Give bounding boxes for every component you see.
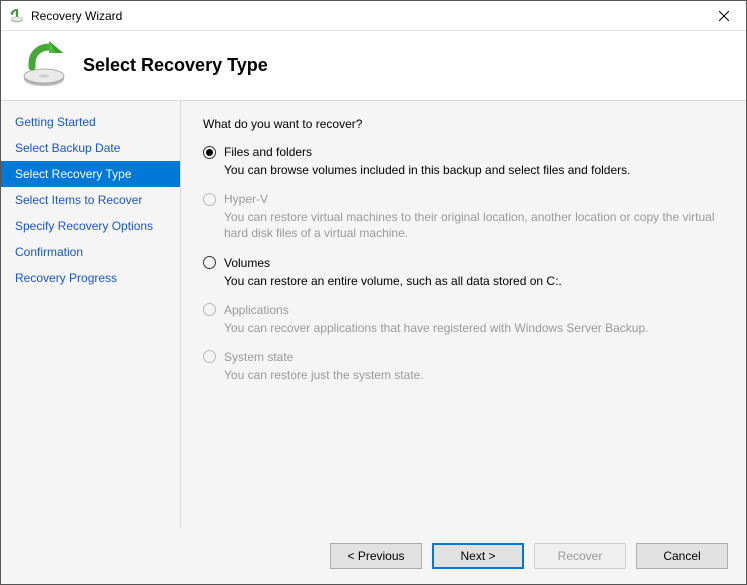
option-description: You can browse volumes included in this … <box>224 162 724 178</box>
option-label: Files and folders <box>224 145 312 159</box>
radio-hyper-v <box>203 193 216 206</box>
wizard-step-select-items-to-recover[interactable]: Select Items to Recover <box>1 187 180 213</box>
option-description: You can restore an entire volume, such a… <box>224 273 724 289</box>
recover-button: Recover <box>534 543 626 569</box>
app-icon <box>9 8 25 24</box>
radio-files-and-folders[interactable] <box>203 146 216 159</box>
radio-volumes[interactable] <box>203 256 216 269</box>
window-title: Recovery Wizard <box>31 9 701 23</box>
option-volumes[interactable]: Volumes You can restore an entire volume,… <box>203 256 724 289</box>
wizard-step-specify-recovery-options[interactable]: Specify Recovery Options <box>1 213 180 239</box>
option-label: Hyper-V <box>224 192 268 206</box>
wizard-step-recovery-progress[interactable]: Recovery Progress <box>1 265 180 291</box>
wizard-footer: < Previous Next > Recover Cancel <box>1 528 746 584</box>
option-description: You can restore just the system state. <box>224 367 724 383</box>
wizard-step-getting-started[interactable]: Getting Started <box>1 109 180 135</box>
cancel-button[interactable]: Cancel <box>636 543 728 569</box>
option-description: You can restore virtual machines to thei… <box>224 209 724 241</box>
recovery-icon <box>19 41 69 91</box>
option-files-and-folders[interactable]: Files and folders You can browse volumes … <box>203 145 724 178</box>
previous-button[interactable]: < Previous <box>330 543 422 569</box>
wizard-header: Select Recovery Type <box>1 31 746 101</box>
option-description: You can recover applications that have r… <box>224 320 724 336</box>
next-button[interactable]: Next > <box>432 543 524 569</box>
wizard-steps-sidebar: Getting StartedSelect Backup DateSelect … <box>1 101 181 528</box>
page-title: Select Recovery Type <box>83 55 268 76</box>
wizard-content: What do you want to recover? Files and f… <box>181 101 746 528</box>
option-applications: Applications You can recover applications… <box>203 303 724 336</box>
radio-applications <box>203 303 216 316</box>
option-label: System state <box>224 350 293 364</box>
titlebar: Recovery Wizard <box>1 1 746 31</box>
wizard-step-select-recovery-type[interactable]: Select Recovery Type <box>1 161 180 187</box>
close-button[interactable] <box>701 1 746 31</box>
main-area: Getting StartedSelect Backup DateSelect … <box>1 101 746 528</box>
option-hyper-v: Hyper-V You can restore virtual machines … <box>203 192 724 241</box>
wizard-step-confirmation[interactable]: Confirmation <box>1 239 180 265</box>
prompt-text: What do you want to recover? <box>203 117 724 131</box>
option-system-state: System state You can restore just the sys… <box>203 350 724 383</box>
option-label: Volumes <box>224 256 270 270</box>
radio-system-state <box>203 350 216 363</box>
wizard-step-select-backup-date[interactable]: Select Backup Date <box>1 135 180 161</box>
option-label: Applications <box>224 303 289 317</box>
